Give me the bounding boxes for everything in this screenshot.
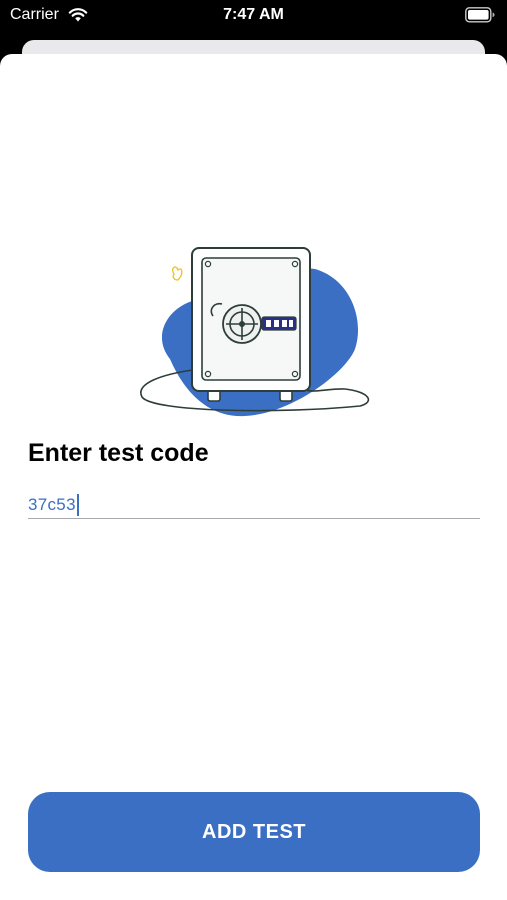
- text-caret: [76, 494, 79, 516]
- page-title: Enter test code: [28, 439, 209, 467]
- test-code-field[interactable]: 37c53: [28, 494, 480, 519]
- battery-icon: [465, 7, 495, 23]
- add-test-button[interactable]: ADD TEST: [28, 792, 480, 872]
- safe-illustration: [140, 247, 370, 417]
- status-bar: Carrier 7:47 AM: [0, 0, 507, 32]
- test-code-input[interactable]: 37c53: [28, 494, 79, 516]
- test-code-value: 37c53: [28, 495, 76, 514]
- modal-sheet: Enter test code 37c53 ADD TEST: [0, 54, 507, 900]
- status-time: 7:47 AM: [223, 6, 284, 23]
